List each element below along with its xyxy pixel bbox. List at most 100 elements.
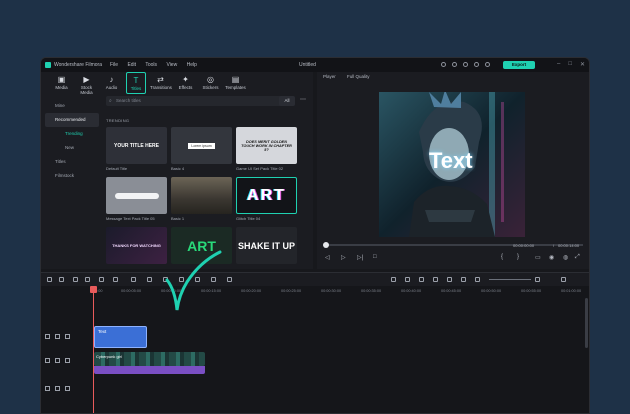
preview-title-text[interactable]: Text [429,148,473,174]
title-caption: Basic 4 [171,166,185,171]
audio-clip[interactable] [94,366,205,374]
layout-icon[interactable] [561,277,566,282]
search-input[interactable]: ⌕ Search titles [106,96,286,106]
zoom-slider[interactable] [489,279,531,280]
tab-transitions[interactable]: ⇄ Transitions [150,72,172,94]
tab-stickers[interactable]: ◎ Stickers [200,72,221,94]
title-bar: Wondershare Filmora File Edit Tools View… [41,58,589,72]
volume-icon[interactable]: ◍ [563,254,568,261]
ruler-tick: 00:00:50:00 [481,289,502,293]
eye-icon[interactable] [65,358,70,363]
lock-icon[interactable] [55,358,60,363]
play-icon[interactable]: ▷ [341,254,346,261]
titles-browser: ⌕ Search titles All ⋯ TRENDING YOUR TITLE… [106,96,311,264]
mark-in-icon[interactable]: { [501,254,503,260]
redo-icon[interactable] [85,277,90,282]
crop-icon[interactable] [131,277,136,282]
sidebar-item-new[interactable]: New [45,141,99,155]
menu-file[interactable]: File [110,62,118,68]
title-clip[interactable]: Text [94,326,147,348]
eye-icon[interactable] [65,334,70,339]
filter-dropdown[interactable]: All [279,96,295,106]
sidebar-item-recommended[interactable]: Recommended [45,113,99,127]
scrubber-handle[interactable] [323,242,329,248]
title-card[interactable]: YOUR TITLE HERE Default Title [106,127,167,173]
stickers-icon: ◎ [207,75,214,84]
audio-stretch-icon[interactable] [227,277,232,282]
tab-effects[interactable]: ✦ Effects [175,72,196,94]
lock-icon[interactable] [55,386,60,391]
stop-icon[interactable]: □ [373,254,377,260]
section-label: TRENDING [106,118,130,123]
cut-icon[interactable] [113,277,118,282]
undo-icon[interactable] [73,277,78,282]
more-options-icon[interactable]: ⋯ [300,96,306,103]
tab-label: Titles [130,86,142,91]
export-button[interactable]: Export [503,61,535,69]
audio-track-icon [45,386,50,391]
grid-icon[interactable] [47,277,52,282]
text-icon[interactable] [147,277,152,282]
tab-label: Audio [105,85,118,90]
avatar[interactable] [485,62,490,67]
snapshot-icon[interactable]: ◉ [549,254,554,261]
timeline-scrollbar[interactable] [585,298,588,348]
title-card[interactable]: Message Text Pack Title 05 [106,177,167,223]
sidebar-item-mine[interactable]: Mine [45,99,99,113]
lock-icon[interactable] [55,334,60,339]
sidebar-item-trending[interactable]: Trending [45,127,99,141]
maximize-icon[interactable]: □ [568,61,572,68]
tab-titles[interactable]: T Titles [126,72,146,94]
title-card[interactable]: Basic 1 [171,177,232,223]
preview-canvas[interactable]: Text [379,92,525,237]
render-icon[interactable] [391,277,396,282]
notification-icon[interactable] [452,62,457,67]
playhead[interactable] [90,286,97,413]
menu-help[interactable]: Help [187,62,197,68]
video-clip[interactable]: Cyberpunk girl [94,352,205,366]
delete-icon[interactable] [99,277,104,282]
next-frame-icon[interactable]: ▷| [357,254,363,261]
close-icon[interactable]: ✕ [580,61,585,68]
tab-stock-media[interactable]: ▶ Stock Media [76,72,97,95]
tab-templates[interactable]: ▤ Templates [225,72,246,94]
mute-icon[interactable] [65,386,70,391]
tab-label: Templates [225,85,246,90]
snap-icon[interactable] [461,277,466,282]
ai-icon[interactable] [447,277,452,282]
title-card[interactable]: DOES MERIT GOLDEN TOUCH WORK IN CHAPTER … [236,127,297,173]
display-icon[interactable]: ▭ [535,254,541,261]
account-icon[interactable] [441,62,446,67]
tab-media[interactable]: ▣ Media [51,72,72,94]
ruler-tick: 00:00:40:00 [401,289,422,293]
sidebar-item-filmstock[interactable]: Filmstock [45,169,99,183]
prev-frame-icon[interactable]: ◁ [325,254,330,261]
title-card[interactable]: SHAKE IT UP [236,227,297,264]
audio-icon: ♪ [109,75,114,84]
playback-scrubber[interactable] [323,242,583,248]
title-caption: Game UI Set Pack Title 02 [236,166,284,171]
title-card[interactable]: THANKS FOR WATCHING [106,227,167,264]
zoom-in-icon[interactable] [535,277,540,282]
cloud-icon[interactable] [463,62,468,67]
voiceover-icon[interactable] [433,277,438,282]
zoom-out-icon[interactable] [475,277,480,282]
marker-icon[interactable] [405,277,410,282]
project-name[interactable]: Untitled [299,62,316,68]
mark-out-icon[interactable]: } [517,254,519,260]
tab-audio[interactable]: ♪ Audio [101,72,122,94]
select-icon[interactable] [59,277,64,282]
quality-dropdown[interactable]: Full Quality [347,74,370,79]
mic-icon[interactable] [419,277,424,282]
sidebar-item-titles[interactable]: Titles [45,155,99,169]
menu-view[interactable]: View [166,62,177,68]
menu-edit[interactable]: Edit [127,62,136,68]
minimize-icon[interactable]: – [557,61,560,68]
title-card[interactable]: Lorem ipsum Basic 4 [171,127,232,173]
settings-icon[interactable] [474,62,479,67]
track-header-title [45,334,75,341]
ruler-tick: 00:00:25:00 [281,289,302,293]
menu-tools[interactable]: Tools [145,62,157,68]
title-card[interactable]: ART Glitch Title 04 [236,177,297,223]
fullscreen-icon[interactable]: ⤢ [575,254,580,261]
